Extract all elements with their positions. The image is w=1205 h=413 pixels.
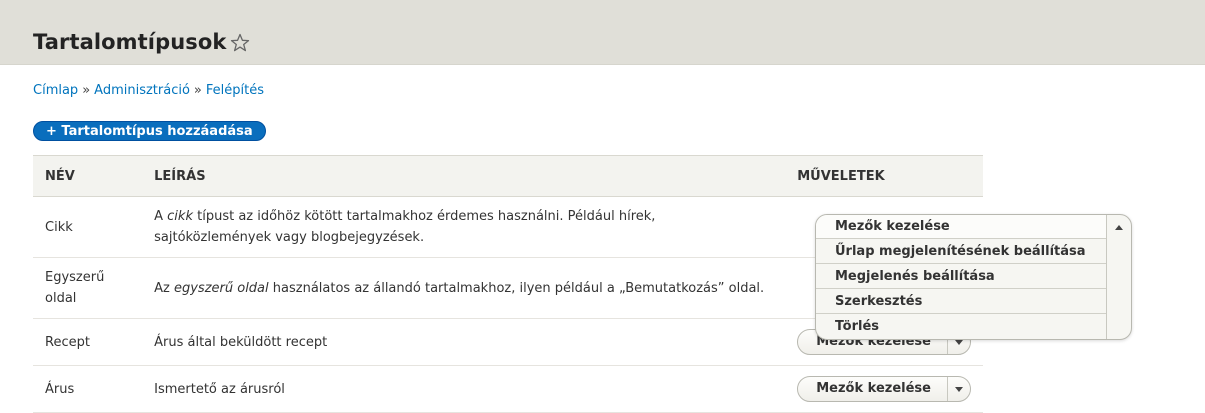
content-type-description: Ismertető az árusról bbox=[142, 365, 786, 413]
breadcrumb-link-home[interactable]: Címlap bbox=[33, 83, 78, 98]
chevron-down-icon bbox=[954, 339, 963, 345]
menu-item-manage-display[interactable]: Megjelenés beállítása bbox=[816, 265, 1106, 289]
menu-item-delete[interactable]: Törlés bbox=[816, 315, 1106, 339]
description-emphasis: egyszerű oldal bbox=[173, 280, 269, 296]
dropbutton-toggle[interactable] bbox=[1106, 215, 1131, 339]
column-header-description: LEÍRÁS bbox=[142, 155, 786, 197]
manage-fields-button[interactable]: Mezők kezelése bbox=[798, 377, 947, 401]
description-text: típust az időhöz kötött tartalmakhoz érd… bbox=[154, 209, 656, 245]
table-header-row: NÉV LEÍRÁS MŰVELETEK bbox=[33, 155, 983, 197]
page-title: Tartalomtípusok bbox=[33, 30, 227, 54]
menu-item-manage-fields[interactable]: Mezők kezelése bbox=[816, 215, 1106, 239]
chevron-down-icon bbox=[954, 386, 963, 392]
add-content-type-button[interactable]: + Tartalomtípus hozzáadása bbox=[33, 121, 266, 141]
content-type-description: A cikk típust az időhöz kötött tartalmak… bbox=[142, 196, 786, 258]
content-type-description: Az egyszerű oldal használatos az állandó… bbox=[142, 257, 786, 319]
breadcrumb-separator: » bbox=[193, 83, 202, 98]
operations-dropbutton: Mezők kezelése bbox=[797, 376, 971, 402]
content-type-name: Cikk bbox=[33, 196, 143, 258]
star-icon[interactable] bbox=[230, 33, 250, 53]
dropbutton-toggle[interactable] bbox=[946, 377, 970, 401]
breadcrumb-separator: » bbox=[82, 83, 91, 98]
breadcrumb-link-admin[interactable]: Adminisztráció bbox=[94, 83, 190, 98]
menu-item-manage-form-display[interactable]: Űrlap megjelenítésének beállítása bbox=[816, 240, 1106, 264]
column-header-operations: MŰVELETEK bbox=[785, 155, 983, 197]
page-header: Tartalomtípusok bbox=[0, 0, 1205, 65]
content-type-name: Árus bbox=[33, 365, 143, 413]
table-row: Árus Ismertető az árusról Mezők kezelése bbox=[33, 365, 983, 413]
description-text: használatos az állandó tartalmakhoz, ily… bbox=[268, 280, 765, 296]
description-text: Az bbox=[154, 280, 174, 296]
content-type-name: Egyszerű oldal bbox=[33, 257, 143, 319]
operations-dropdown-menu: Mezők kezelése Űrlap megjelenítésének be… bbox=[815, 214, 1132, 340]
description-text: A bbox=[154, 209, 168, 224]
description-emphasis: cikk bbox=[167, 209, 193, 224]
column-header-name: NÉV bbox=[33, 155, 143, 197]
breadcrumb-link-structure[interactable]: Felépítés bbox=[206, 83, 264, 98]
menu-item-edit[interactable]: Szerkesztés bbox=[816, 290, 1106, 314]
operations-cell: Mezők kezelése bbox=[785, 365, 983, 413]
content-type-description: Árus által beküldött recept bbox=[142, 318, 786, 366]
content-type-name: Recept bbox=[33, 318, 143, 366]
breadcrumb: Címlap » Adminisztráció» Felépítés bbox=[33, 83, 264, 98]
chevron-up-icon bbox=[1115, 225, 1123, 230]
